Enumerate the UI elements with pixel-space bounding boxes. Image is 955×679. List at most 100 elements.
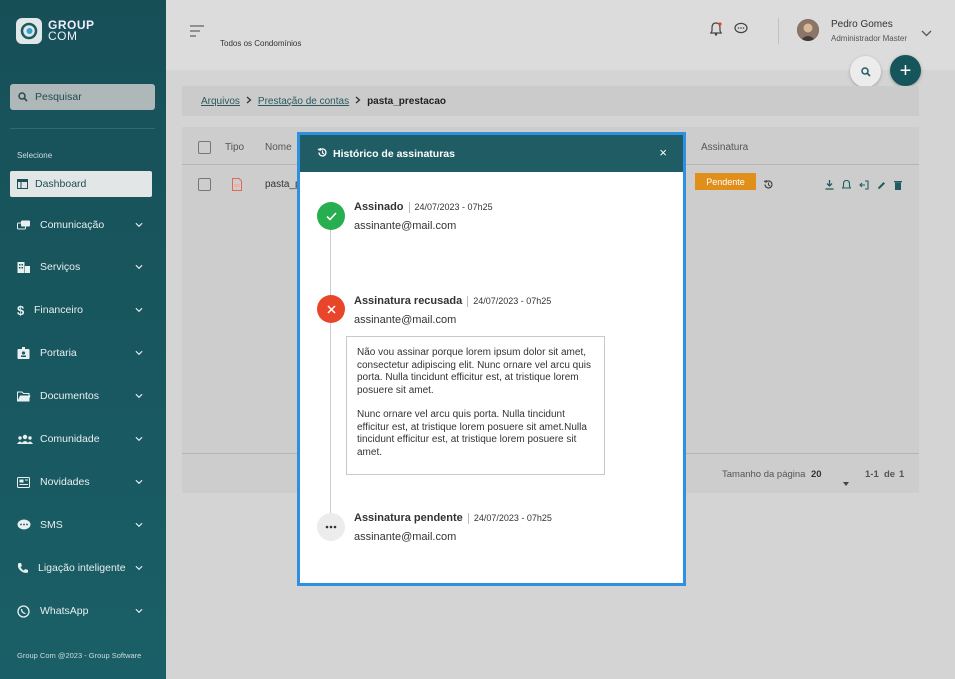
event-email: assinante@mail.com: [354, 314, 457, 326]
more-icon: [317, 513, 345, 541]
divider: [467, 512, 469, 524]
dollar-icon: $: [17, 302, 25, 318]
sidebar-item-label: Financeiro: [34, 304, 84, 316]
caret-down-icon[interactable]: [843, 473, 849, 491]
sidebar-item-ligacao[interactable]: Ligação inteligente: [17, 558, 143, 578]
event-email: assinante@mail.com: [354, 531, 457, 543]
page-size-label: Tamanho da página: [722, 469, 806, 480]
pdf-file-icon: [232, 178, 242, 196]
event-datetime: 24/07/2023 - 07h25: [473, 296, 552, 306]
file-name[interactable]: pasta_p: [265, 179, 301, 190]
divider: [467, 295, 469, 307]
event-email: assinante@mail.com: [354, 220, 457, 232]
sidebar-item-whatsapp[interactable]: WhatsApp: [17, 601, 143, 621]
sidebar-item-label: Documentos: [40, 390, 99, 402]
sidebar-footer: Group Com @2023 - Group Software: [17, 651, 142, 660]
chevron-down-icon[interactable]: [921, 24, 932, 42]
event-datetime: 24/07/2023 - 07h25: [414, 202, 493, 212]
bell-icon[interactable]: [841, 177, 852, 195]
sidebar-item-novidades[interactable]: Novidades: [17, 472, 143, 492]
page-range: 1-1: [865, 469, 879, 480]
event-datetime: 24/07/2023 - 07h25: [473, 513, 552, 523]
breadcrumb-link[interactable]: Arquivos: [201, 96, 240, 107]
chevron-down-icon: [135, 607, 143, 615]
sidebar-item-documentos[interactable]: Documentos: [17, 386, 143, 406]
event-status: Assinatura pendente: [354, 512, 463, 524]
sidebar-item-label: Dashboard: [35, 178, 87, 190]
page-of-label: de: [884, 469, 896, 480]
sidebar-item-label: Novidades: [40, 476, 90, 488]
history-icon: [317, 147, 328, 161]
chevron-down-icon: [135, 349, 143, 357]
chevron-down-icon: [135, 392, 143, 400]
row-checkbox[interactable]: [198, 178, 211, 191]
page-total: 1: [899, 469, 905, 480]
badge-icon: [17, 347, 35, 359]
search-label: Pesquisar: [35, 91, 82, 103]
column-header-assinatura[interactable]: Assinatura: [701, 142, 748, 153]
search-icon: [18, 92, 28, 102]
chevron-down-icon: [135, 478, 143, 486]
sidebar: GROUP COM Pesquisar Selecione Dashboard …: [0, 0, 166, 679]
building-icon: [17, 261, 35, 273]
condominium-selector[interactable]: Todos os Condomínios: [220, 39, 301, 48]
timeline-item-title: Assinatura pendente 24/07/2023 - 07h25: [354, 512, 552, 524]
user-name[interactable]: Pedro Gomes: [831, 19, 893, 30]
sidebar-item-servicos[interactable]: Serviços: [17, 257, 143, 277]
menu-icon[interactable]: [190, 24, 204, 42]
trash-icon[interactable]: [894, 177, 902, 195]
sidebar-search[interactable]: Pesquisar: [10, 84, 155, 110]
sidebar-item-sms[interactable]: SMS: [17, 515, 143, 535]
sidebar-item-label: WhatsApp: [40, 605, 89, 617]
plus-icon: +: [899, 59, 912, 82]
status-badge: Pendente: [695, 173, 756, 190]
breadcrumb-link[interactable]: Prestação de contas: [258, 96, 349, 107]
refusal-reason-paragraph: Nunc ornare vel arcu quis porta. Nulla t…: [357, 409, 587, 458]
sidebar-item-comunicacao[interactable]: Comunicação: [17, 215, 143, 235]
bell-icon[interactable]: [709, 22, 723, 41]
search-button[interactable]: [850, 56, 881, 87]
sidebar-item-label: SMS: [40, 519, 63, 531]
divider: [408, 201, 410, 213]
logo[interactable]: GROUP COM: [16, 18, 95, 44]
column-header-nome[interactable]: Nome: [265, 142, 292, 153]
breadcrumb-current: pasta_prestacao: [367, 95, 447, 107]
chat-icon: [17, 220, 35, 231]
history-icon[interactable]: [763, 177, 774, 195]
message-icon[interactable]: [734, 22, 748, 40]
share-icon[interactable]: [859, 177, 869, 195]
edit-icon[interactable]: [877, 177, 886, 195]
select-all-checkbox[interactable]: [198, 141, 211, 154]
table-icon: [17, 179, 28, 189]
event-status: Assinatura recusada: [354, 295, 463, 307]
signature-history-modal: Histórico de assinaturas × Assinado 24/0…: [297, 132, 686, 586]
chevron-down-icon: [135, 564, 143, 572]
sidebar-item-dashboard[interactable]: Dashboard: [10, 171, 152, 197]
timeline-line: [330, 217, 331, 527]
avatar[interactable]: [797, 19, 819, 41]
add-button[interactable]: +: [890, 55, 921, 86]
sidebar-item-label: Serviços: [40, 261, 81, 273]
sidebar-item-portaria[interactable]: Portaria: [17, 343, 143, 363]
chevron-down-icon: [135, 263, 143, 271]
column-header-tipo[interactable]: Tipo: [225, 142, 244, 153]
people-icon: [17, 434, 35, 445]
chevron-right-icon: [246, 96, 252, 107]
timeline-item-title: Assinatura recusada 24/07/2023 - 07h25: [354, 295, 551, 307]
sidebar-item-label: Comunidade: [40, 433, 100, 445]
logo-text: GROUP COM: [48, 19, 95, 43]
timeline-item-title: Assinado 24/07/2023 - 07h25: [354, 201, 493, 213]
user-role: Administrador Master: [831, 34, 908, 43]
page-size-select[interactable]: 20: [811, 469, 822, 480]
sidebar-item-financeiro[interactable]: $ Financeiro: [17, 300, 143, 320]
sms-icon: [17, 519, 35, 531]
sidebar-item-comunidade[interactable]: Comunidade: [17, 429, 143, 449]
logo-line2: COM: [48, 29, 78, 43]
logo-icon: [16, 18, 42, 44]
modal-header: Histórico de assinaturas ×: [300, 135, 683, 172]
close-icon[interactable]: ×: [659, 145, 667, 160]
folder-icon: [17, 391, 35, 402]
divider: [10, 128, 155, 129]
download-icon[interactable]: [825, 177, 834, 195]
row-actions: [825, 177, 902, 195]
